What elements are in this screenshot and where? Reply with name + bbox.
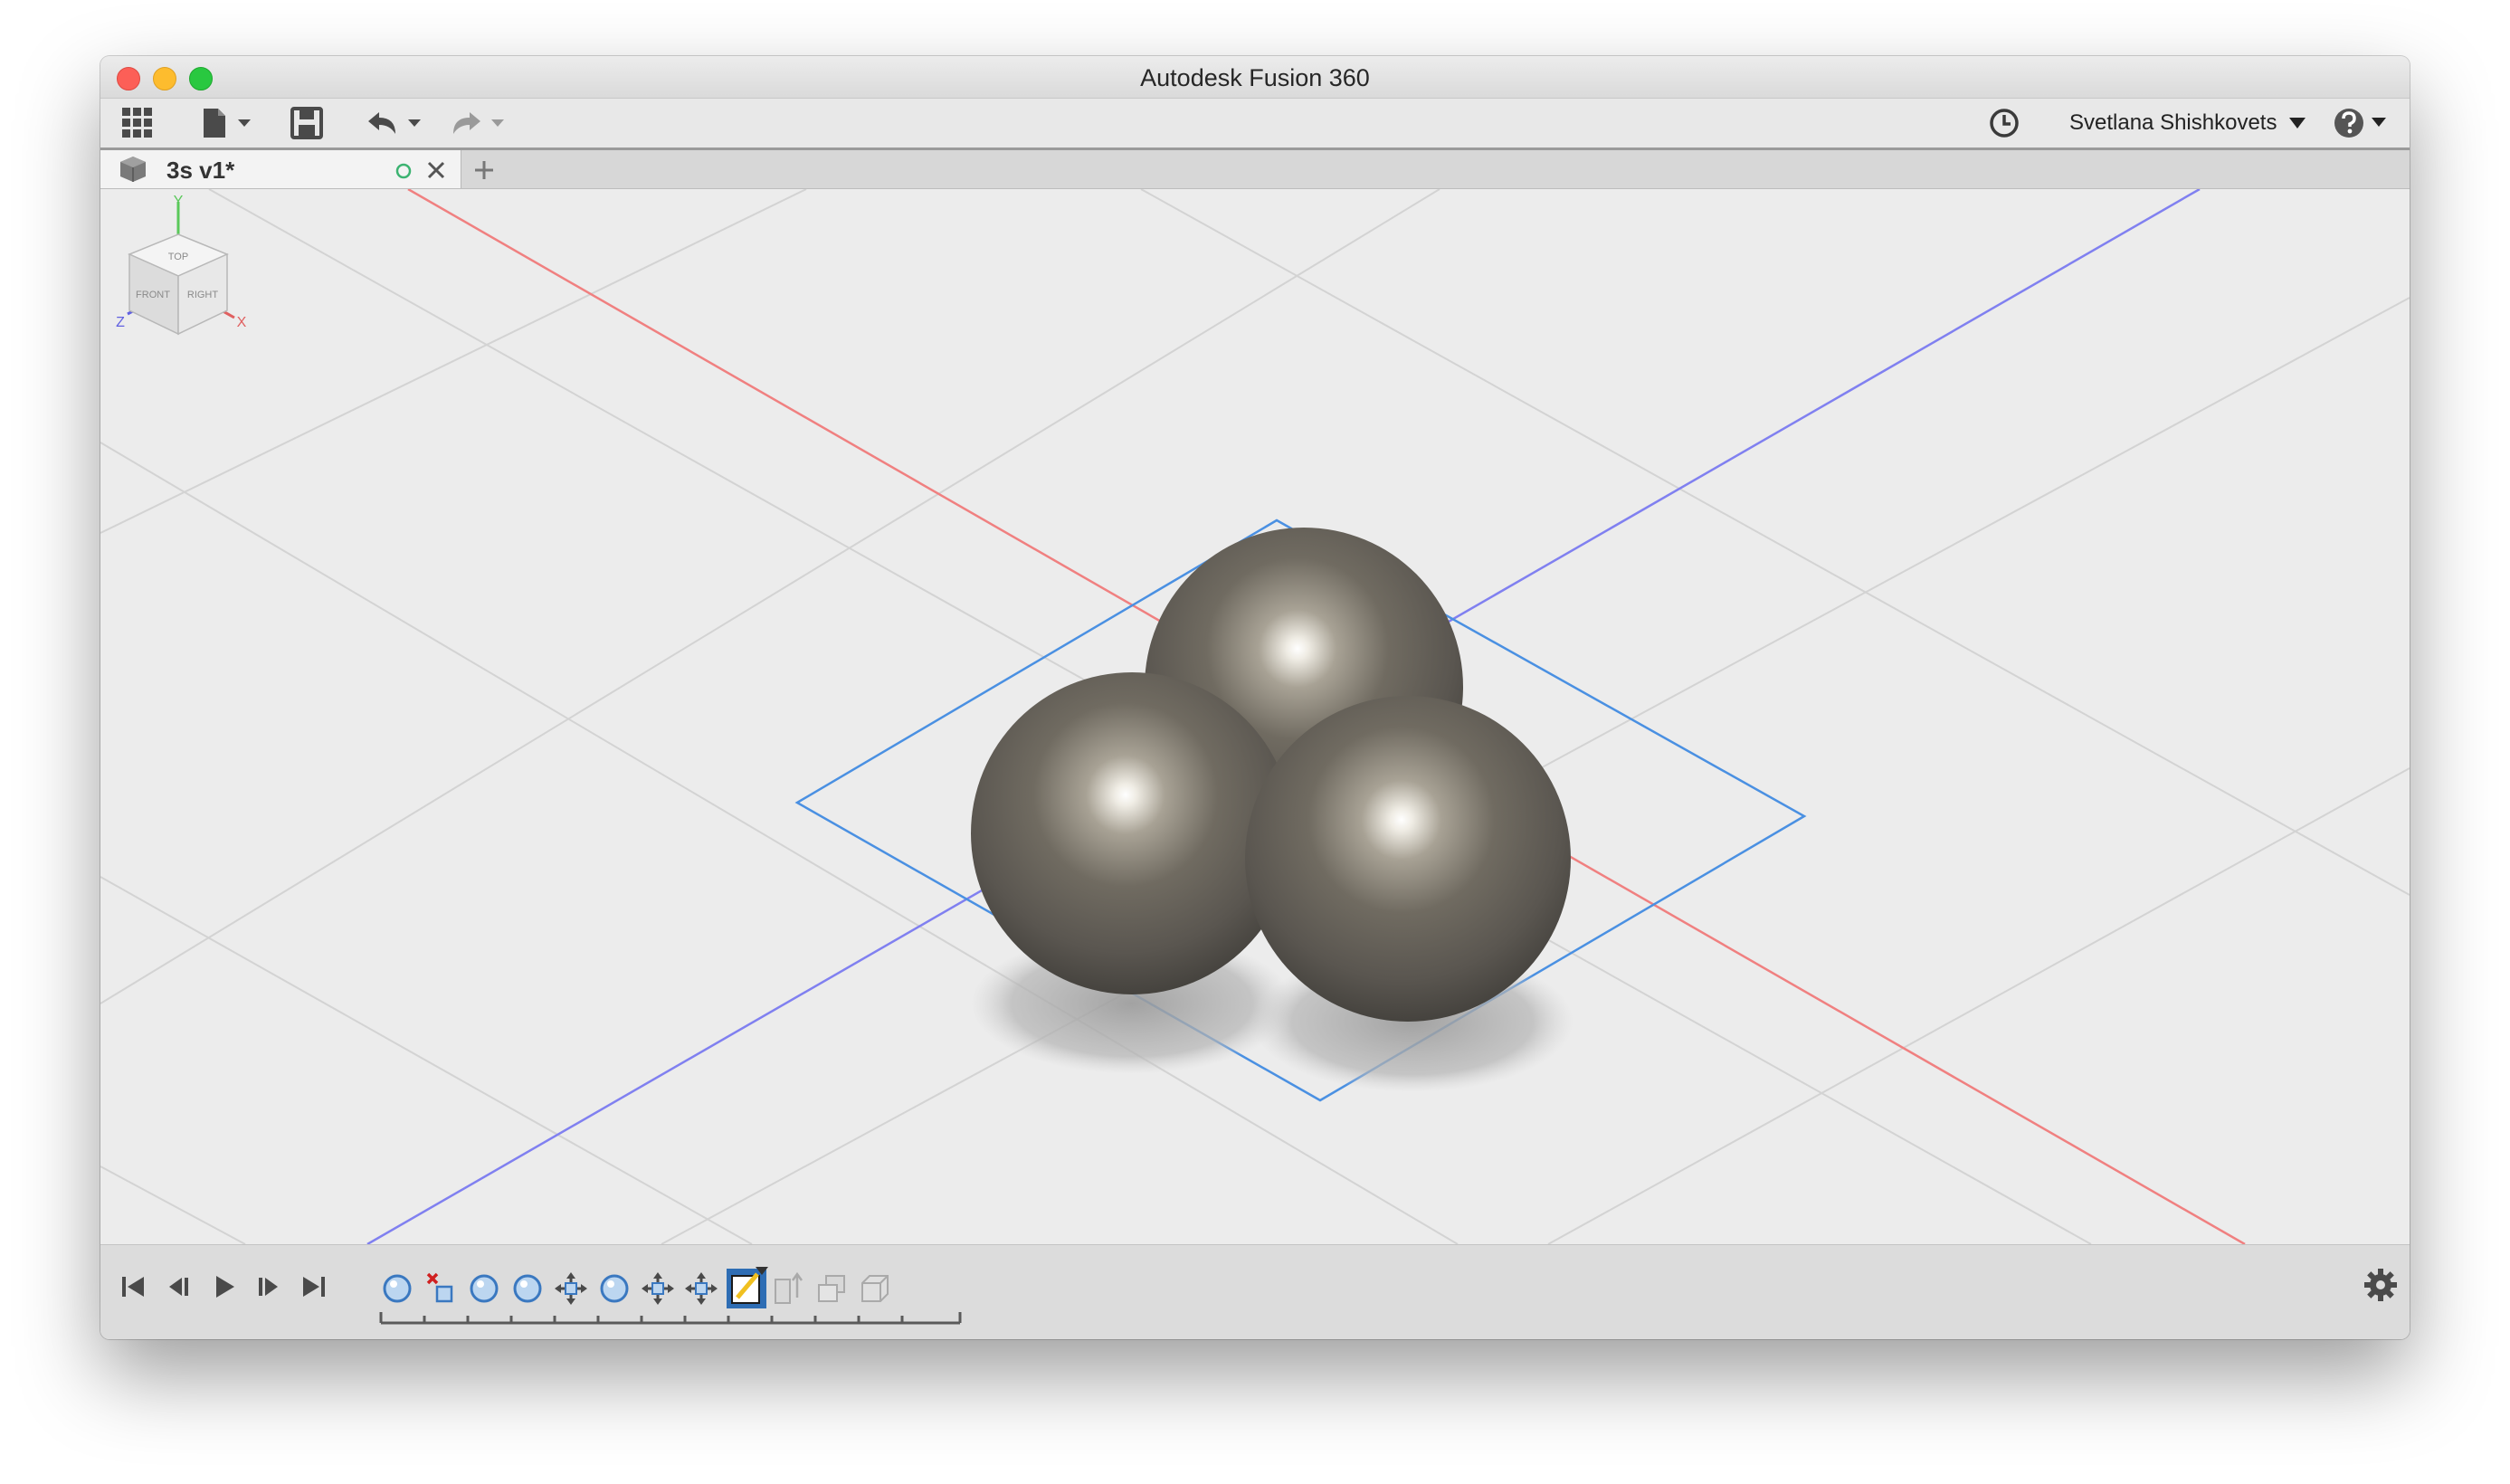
sphere-feature-icon[interactable] bbox=[596, 1270, 632, 1307]
job-status-button[interactable] bbox=[1988, 106, 2020, 140]
sketch-feature-icon[interactable] bbox=[725, 1267, 768, 1310]
redo-icon bbox=[453, 112, 504, 134]
clock-icon bbox=[1990, 109, 2019, 138]
move-feature-icon[interactable] bbox=[683, 1270, 719, 1307]
sphere-body-right[interactable] bbox=[1245, 696, 1571, 1022]
step-forward-icon[interactable] bbox=[254, 1272, 283, 1301]
view-cube[interactable]: Y Z X TOP FRONT RIGHT bbox=[100, 189, 254, 352]
window-title: Autodesk Fusion 360 bbox=[1140, 64, 1370, 91]
play-icon[interactable] bbox=[209, 1272, 238, 1301]
document-tab[interactable]: 3s v1* bbox=[100, 150, 461, 188]
data-panel-button[interactable] bbox=[122, 106, 153, 140]
undo-icon bbox=[368, 112, 421, 134]
redo-button[interactable] bbox=[448, 106, 511, 140]
toolbar: Svetlana Shishkovets bbox=[100, 99, 2410, 150]
view-cube-front-label: FRONT bbox=[136, 290, 170, 300]
save-button[interactable] bbox=[290, 106, 323, 140]
sphere-feature-icon[interactable] bbox=[509, 1270, 546, 1307]
scene-canvas[interactable] bbox=[100, 189, 2410, 1244]
3d-viewport[interactable]: Y Z X TOP FRONT RIGHT bbox=[100, 189, 2410, 1244]
timeline-track[interactable] bbox=[376, 1307, 965, 1328]
file-icon bbox=[204, 109, 251, 138]
app-window: Autodesk Fusion 360 Svetlana Shishkovets… bbox=[100, 56, 2410, 1339]
help-menu[interactable] bbox=[2334, 106, 2395, 140]
user-name: Svetlana Shishkovets bbox=[2069, 110, 2277, 135]
sphere-feature-icon[interactable] bbox=[379, 1270, 415, 1307]
chevron-down-icon bbox=[238, 119, 251, 127]
gear-icon[interactable] bbox=[2363, 1267, 2399, 1303]
circle-icon bbox=[395, 163, 412, 179]
extrude-feature-icon[interactable] bbox=[770, 1270, 806, 1307]
document-tab-bar: 3s v1* bbox=[100, 150, 2410, 189]
title-bar: Autodesk Fusion 360 bbox=[100, 56, 2410, 99]
component-icon bbox=[120, 157, 146, 182]
chevron-down-icon bbox=[2289, 118, 2306, 128]
timeline-bar bbox=[100, 1244, 2410, 1339]
sphere-feature-icon[interactable] bbox=[466, 1270, 502, 1307]
view-cube-right-label: RIGHT bbox=[187, 290, 219, 300]
shell-feature-icon[interactable] bbox=[857, 1270, 893, 1307]
data-panel-grid-icon bbox=[122, 108, 152, 138]
close-icon[interactable] bbox=[426, 160, 446, 180]
view-cube-y-label: Y bbox=[174, 194, 184, 209]
view-cube-top-label: TOP bbox=[168, 252, 188, 262]
plus-icon[interactable] bbox=[473, 159, 495, 181]
move-feature-icon[interactable] bbox=[640, 1270, 676, 1307]
view-cube-z-label: Z bbox=[116, 315, 125, 330]
step-back-icon[interactable] bbox=[164, 1272, 193, 1301]
delete-feature-icon[interactable] bbox=[423, 1270, 459, 1307]
file-menu-button[interactable] bbox=[200, 106, 254, 140]
user-menu[interactable]: Svetlana Shishkovets bbox=[2069, 106, 2311, 140]
document-tab-label: 3s v1* bbox=[166, 157, 235, 184]
undo-button[interactable] bbox=[365, 106, 428, 140]
view-cube-x-label: X bbox=[237, 315, 247, 330]
save-icon bbox=[290, 107, 323, 139]
sphere-body-left[interactable] bbox=[971, 672, 1293, 994]
combine-feature-icon[interactable] bbox=[813, 1270, 850, 1307]
question-icon bbox=[2334, 109, 2386, 138]
skip-to-start-icon[interactable] bbox=[119, 1272, 147, 1301]
move-feature-icon[interactable] bbox=[553, 1270, 589, 1307]
skip-to-end-icon[interactable] bbox=[299, 1272, 328, 1301]
